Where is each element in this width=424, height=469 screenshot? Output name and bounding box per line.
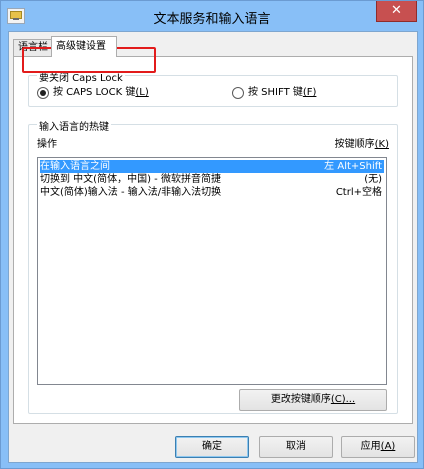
title-bar[interactable]: 文本服务和输入语言 ✕ bbox=[1, 1, 423, 31]
list-item-key: Ctrl+空格 bbox=[335, 187, 382, 198]
tab-advanced-key-settings[interactable]: 高级键设置 bbox=[51, 36, 117, 57]
dialog-client-area: 语言栏 高级键设置 要关闭 Caps Lock 按 CAPS LOCK 键(L)… bbox=[8, 31, 418, 463]
caps-lock-group: 要关闭 Caps Lock 按 CAPS LOCK 键(L) 按 SHIFT 键… bbox=[28, 69, 398, 107]
list-item-action: 中文(简体)输入法 - 输入法/非输入法切换 bbox=[40, 187, 222, 198]
list-item[interactable]: 中文(简体)输入法 - 输入法/非输入法切换 Ctrl+空格 bbox=[40, 186, 384, 199]
close-button[interactable]: ✕ bbox=[376, 1, 417, 22]
list-item-key: (无) bbox=[364, 174, 382, 185]
cancel-button[interactable]: 取消 bbox=[259, 436, 333, 458]
hotkeys-list[interactable]: 在输入语言之间 左 Alt+Shift 切换到 中文(简体，中国) - 微软拼音… bbox=[37, 157, 387, 385]
list-item-key: 左 Alt+Shift bbox=[324, 161, 382, 172]
hotkeys-group-title: 输入语言的热键 bbox=[37, 118, 111, 133]
radio-button-checked[interactable] bbox=[37, 87, 49, 99]
radio-button-unchecked[interactable] bbox=[232, 87, 244, 99]
apply-button[interactable]: 应用(A) bbox=[341, 436, 415, 458]
radio-caps-lock-key[interactable]: 按 CAPS LOCK 键(L) bbox=[37, 86, 157, 100]
list-item-action: 切换到 中文(简体，中国) - 微软拼音简捷 bbox=[40, 174, 221, 185]
column-header-action: 操作 bbox=[37, 139, 57, 150]
radio-shift-label: 按 SHIFT 键(F) bbox=[248, 87, 317, 98]
radio-shift-key[interactable]: 按 SHIFT 键(F) bbox=[232, 86, 352, 100]
hotkeys-group: 输入语言的热键 操作 按键顺序(K) 在输入语言之间 左 Alt+Shift 切… bbox=[28, 118, 398, 414]
column-header-key-sequence: 按键顺序(K) bbox=[334, 139, 389, 150]
tab-panel-advanced-key-settings: 要关闭 Caps Lock 按 CAPS LOCK 键(L) 按 SHIFT 键… bbox=[13, 56, 413, 424]
ok-button[interactable]: 确定 bbox=[175, 436, 249, 458]
window-title: 文本服务和输入语言 bbox=[153, 12, 271, 27]
radio-caps-lock-label: 按 CAPS LOCK 键(L) bbox=[53, 87, 149, 98]
change-key-sequence-button[interactable]: 更改按键顺序(C)... bbox=[239, 389, 387, 411]
list-item[interactable]: 在输入语言之间 左 Alt+Shift bbox=[40, 160, 384, 173]
list-item-action: 在输入语言之间 bbox=[40, 161, 110, 172]
list-item[interactable]: 切换到 中文(简体，中国) - 微软拼音简捷 (无) bbox=[40, 173, 384, 186]
